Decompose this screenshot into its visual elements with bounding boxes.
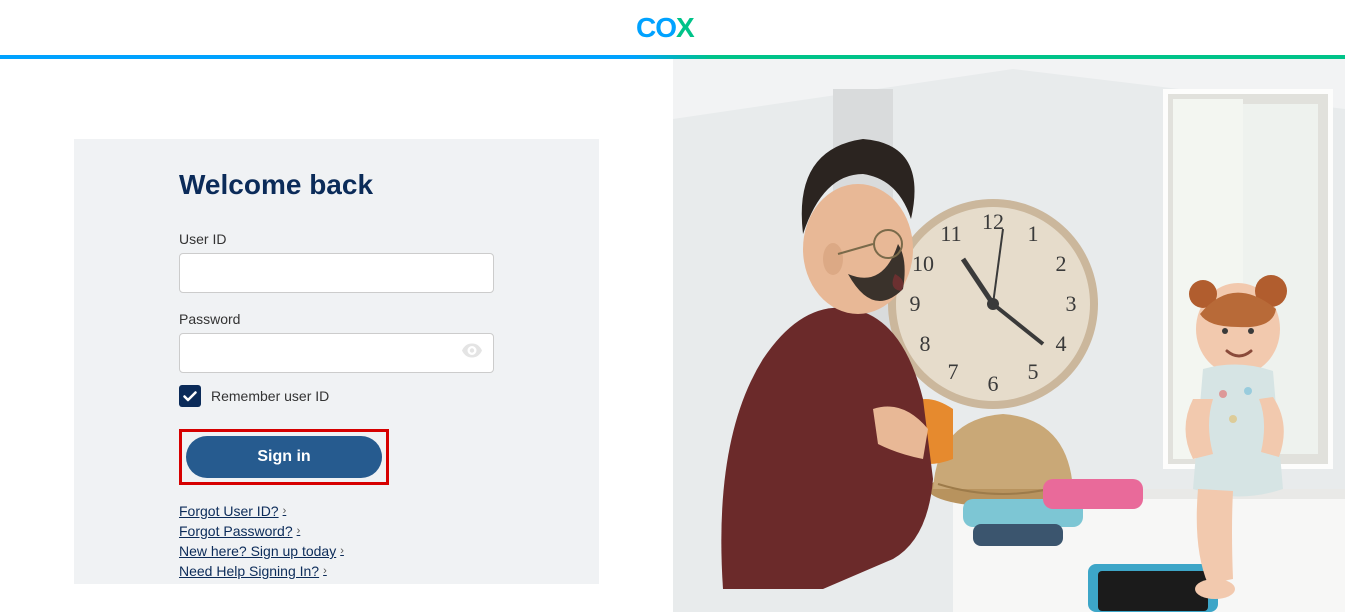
chevron-right-icon: › [323,565,327,577]
svg-text:2: 2 [1056,251,1067,276]
login-card: Welcome back User ID Password [74,139,599,584]
forgot-password-label: Forgot Password? [179,523,293,539]
forgot-user-id-link[interactable]: Forgot User ID? › [179,503,494,519]
svg-text:10: 10 [912,251,934,276]
svg-text:8: 8 [920,331,931,356]
remember-label: Remember user ID [211,388,329,404]
svg-text:COX: COX [636,13,695,43]
forgot-user-id-label: Forgot User ID? [179,503,279,519]
signin-highlight-box: Sign in [179,429,389,485]
svg-text:5: 5 [1028,359,1039,384]
chevron-right-icon: › [297,525,301,537]
chevron-right-icon: › [283,505,287,517]
password-label: Password [179,311,494,327]
password-field-wrapper [179,333,494,373]
svg-text:9: 9 [910,291,921,316]
user-id-input[interactable] [179,253,494,293]
remember-checkbox[interactable] [179,385,201,407]
svg-text:1: 1 [1028,221,1039,246]
show-password-icon[interactable] [462,344,482,363]
help-signing-in-link[interactable]: Need Help Signing In? › [179,563,494,579]
signin-button[interactable]: Sign in [186,436,382,478]
chevron-right-icon: › [340,545,344,557]
main-content: Welcome back User ID Password [0,59,1345,612]
site-header: COX [0,0,1345,55]
hero-image: 12 1 2 3 4 5 6 7 8 9 10 11 [673,59,1345,612]
remember-row: Remember user ID [179,385,494,407]
svg-text:7: 7 [948,359,959,384]
forgot-password-link[interactable]: Forgot Password? › [179,523,494,539]
password-input[interactable] [179,333,494,373]
login-panel-container: Welcome back User ID Password [0,59,673,612]
page-title: Welcome back [179,169,494,201]
svg-text:4: 4 [1056,331,1067,356]
help-label: Need Help Signing In? [179,563,319,579]
user-id-label: User ID [179,231,494,247]
cox-logo[interactable]: COX [636,13,710,43]
svg-text:3: 3 [1066,291,1077,316]
help-links: Forgot User ID? › Forgot Password? › New h… [179,503,494,579]
svg-text:12: 12 [982,209,1004,234]
signup-link[interactable]: New here? Sign up today › [179,543,494,559]
svg-text:11: 11 [940,221,961,246]
svg-text:6: 6 [988,371,999,396]
signup-label: New here? Sign up today [179,543,336,559]
